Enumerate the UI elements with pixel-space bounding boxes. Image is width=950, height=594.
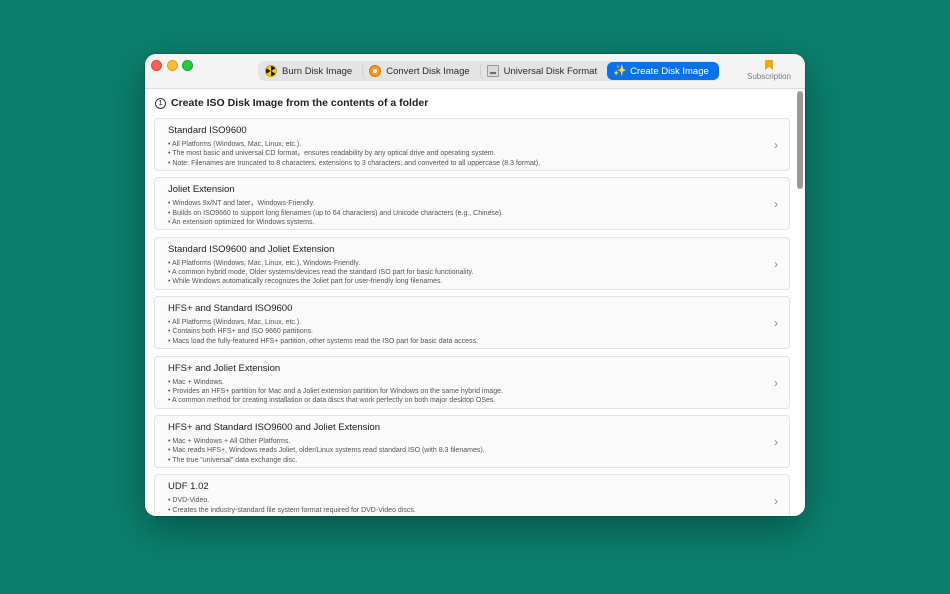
format-option-card[interactable]: HFS+ and Standard ISO9600 • All Platform… — [154, 296, 790, 350]
format-description-line: • Provides an HFS+ partition for Mac and… — [168, 387, 503, 395]
format-option-card[interactable]: Joliet Extension • Windows 9x/NT and lat… — [154, 177, 790, 231]
format-title: HFS+ and Standard ISO9600 — [168, 303, 293, 315]
format-option-card[interactable]: Standard ISO9600 • All Platforms (Window… — [154, 118, 790, 171]
format-description-line: • All Platforms (Windows, Mac, Linux, et… — [168, 141, 302, 148]
chevron-right-icon: › — [774, 316, 778, 331]
subscription-label: Subscription — [746, 72, 792, 81]
tab-bar: Burn Disk Image Convert Disk Image Unive… — [258, 61, 720, 81]
section-heading: 1 Create ISO Disk Image from the content… — [155, 97, 428, 109]
chevron-right-icon: › — [774, 138, 778, 152]
tab-create-disk-image[interactable]: ✨ Create Disk Image — [607, 62, 719, 80]
format-description-line: • All Platforms (Windows, Mac, Linux, et… — [168, 319, 302, 327]
bookmark-icon — [765, 60, 773, 70]
format-description-line: • Foward to players rather than computer… — [168, 515, 789, 517]
format-option-card[interactable]: HFS+ and Joliet Extension • Mac + Window… — [154, 355, 790, 409]
subscription-button[interactable]: Subscription — [744, 60, 794, 81]
format-description-line: • Builds on ISO9660 to support long file… — [168, 209, 504, 217]
minimize-window-button[interactable] — [167, 60, 178, 71]
format-option-card[interactable]: UDF 1.02 • DVD-Video. • Creates the indu… — [154, 474, 790, 516]
format-description-line: • Mac + Windows. — [168, 378, 224, 386]
format-title: HFS+ and Joliet Extension — [168, 362, 281, 374]
tab-convert-disk-image[interactable]: Convert Disk Image — [362, 62, 479, 80]
format-list: Standard ISO9600 • All Platforms (Window… — [154, 118, 790, 516]
zoom-window-button[interactable] — [182, 60, 193, 71]
tab-label: Convert Disk Image — [386, 65, 470, 77]
format-option-card[interactable]: HFS+ and Standard ISO9600 and Joliet Ext… — [154, 414, 790, 468]
format-description-line: • A common method for creating installat… — [168, 397, 496, 405]
format-description-line: • All Platforms (Windows, Mac, Linux, et… — [168, 259, 361, 267]
format-description-line: • A common hybrid mode, Older systems/de… — [168, 269, 474, 277]
format-description-line: • Mac reads HFS+, Windows reads Joliet, … — [168, 447, 485, 455]
tab-label: Burn Disk Image — [282, 65, 353, 77]
main-content: 1 Create ISO Disk Image from the content… — [145, 89, 805, 516]
close-window-button[interactable] — [151, 60, 162, 71]
format-option-card[interactable]: Standard ISO9600 and Joliet Extension • … — [154, 236, 790, 290]
app-window: Burn Disk Image Convert Disk Image Unive… — [145, 54, 805, 516]
format-title: Joliet Extension — [168, 184, 235, 196]
format-description-line: • While Windows automatically recognizes… — [168, 278, 443, 286]
disk-drive-icon — [486, 65, 499, 77]
format-title: HFS+ and Standard ISO9600 and Joliet Ext… — [168, 421, 381, 433]
format-description-line: • The true "universal" data exchange dis… — [168, 456, 298, 464]
format-title: Standard ISO9600 and Joliet Extension — [168, 243, 335, 255]
chevron-right-icon: › — [774, 434, 778, 449]
tab-label: Universal Disk Format — [503, 65, 598, 77]
title-bar: Burn Disk Image Convert Disk Image Unive… — [145, 54, 805, 89]
format-title: UDF 1.02 — [168, 481, 209, 493]
chevron-right-icon: › — [774, 375, 778, 390]
format-description-line: • The most basic and universal CD format… — [168, 150, 496, 158]
format-description-line: • Contains both HFS+ and ISO 9660 partit… — [168, 328, 314, 336]
tab-label: Create Disk Image — [630, 65, 709, 77]
format-description-line: • An extension optimized for Windows sys… — [168, 218, 315, 226]
magic-wand-icon: ✨ — [613, 65, 627, 77]
format-description-line: • Macs load the fully-featured HFS+ part… — [168, 337, 479, 345]
convert-icon — [369, 65, 382, 77]
format-description-line: • Mac + Windows + All Other Platforms. — [168, 437, 291, 445]
format-title: Standard ISO9600 — [168, 125, 247, 136]
chevron-right-icon: › — [774, 494, 778, 509]
format-description-line: • Note: Filenames are truncated to 8 cha… — [168, 159, 541, 167]
step-number-badge: 1 — [155, 97, 166, 109]
format-description-line: • Creates the industry-standard file sys… — [168, 506, 416, 514]
tab-universal-disk-format[interactable]: Universal Disk Format — [479, 62, 607, 80]
chevron-right-icon: › — [774, 197, 778, 212]
tab-burn-disk-image[interactable]: Burn Disk Image — [259, 62, 362, 80]
section-title: Create ISO Disk Image from the contents … — [171, 97, 429, 109]
format-description-line: • Windows 9x/NT and later，Windows-Friend… — [168, 200, 315, 208]
radiation-icon — [265, 65, 277, 77]
chevron-right-icon: › — [774, 256, 778, 271]
vertical-scrollbar[interactable] — [797, 91, 803, 189]
format-description-line: • DVD-Video. — [168, 497, 210, 505]
